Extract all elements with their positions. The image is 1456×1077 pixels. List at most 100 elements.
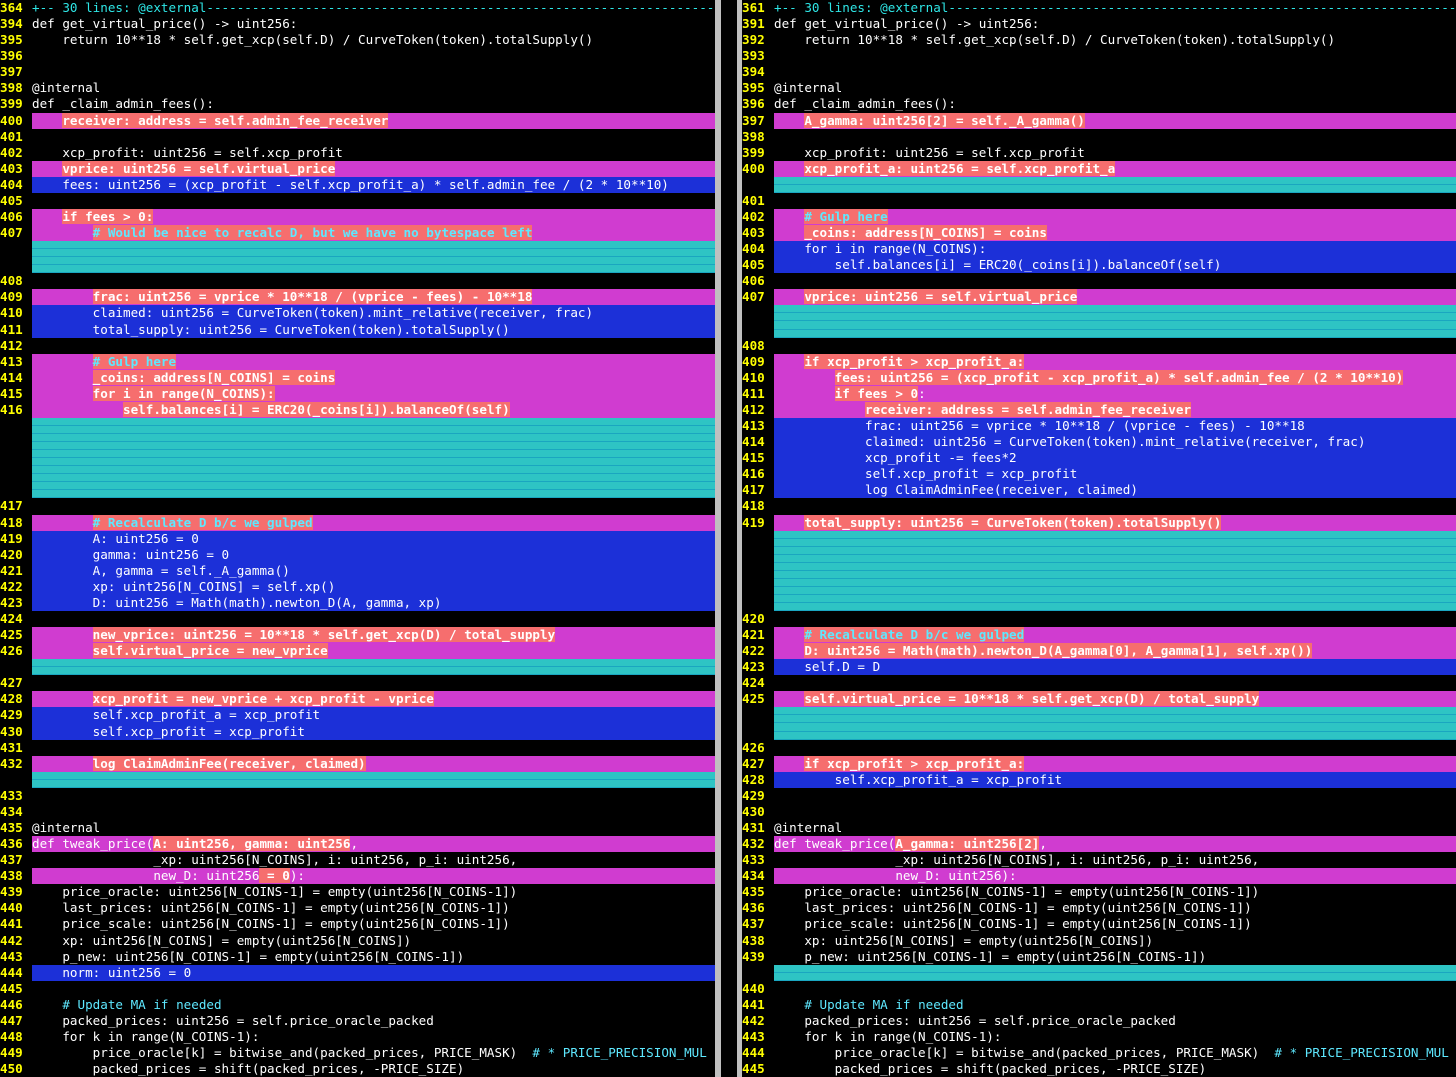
code-line[interactable]: 407 vprice: uint256 = self.virtual_price xyxy=(742,289,1456,306)
code-line[interactable]: 429 self.xcp_profit_a = xcp_profit xyxy=(0,707,715,724)
left-diff-pane[interactable]: 364 +-- 30 lines: @external--------------… xyxy=(0,0,715,1077)
code-line[interactable]: 414 _coins: address[N_COINS] = coins xyxy=(0,369,715,386)
code-line[interactable]: 406 if fees > 0: xyxy=(0,209,715,226)
code-line[interactable]: 418 # Recalculate D b/c we gulped xyxy=(0,514,715,531)
code-line[interactable]: 433 xyxy=(0,788,715,804)
code-line[interactable]: 426 self.virtual_price = new_vprice xyxy=(0,643,715,660)
filler-line[interactable] xyxy=(0,450,715,467)
code-line[interactable]: 430 self.xcp_profit = xcp_profit xyxy=(0,723,715,740)
code-line[interactable]: 396 xyxy=(0,48,715,64)
code-line[interactable]: 430 xyxy=(742,804,1456,820)
code-line[interactable]: 437 price_scale: uint256[N_COINS-1] = em… xyxy=(742,916,1456,932)
code-line[interactable]: 414 claimed: uint256 = CurveToken(token)… xyxy=(742,434,1456,451)
code-line[interactable]: 395 @internal xyxy=(742,80,1456,96)
code-line[interactable]: 426 xyxy=(742,740,1456,756)
code-line[interactable]: 425 self.virtual_price = 10**18 * self.g… xyxy=(742,691,1456,708)
code-line[interactable]: 412 xyxy=(0,338,715,354)
code-line[interactable]: 442 xp: uint256[N_COINS] = empty(uint256… xyxy=(0,933,715,949)
code-line[interactable]: 404 for i in range(N_COINS): xyxy=(742,241,1456,258)
code-line[interactable]: 447 packed_prices: uint256 = self.price_… xyxy=(0,1013,715,1029)
filler-line[interactable] xyxy=(0,257,715,274)
code-line[interactable]: 391 def get_virtual_price() -> uint256: xyxy=(742,16,1456,32)
filler-line[interactable] xyxy=(0,466,715,483)
code-line[interactable]: 423 self.D = D xyxy=(742,659,1456,676)
code-line[interactable]: 421 # Recalculate D b/c we gulped xyxy=(742,627,1456,644)
code-line[interactable]: 406 xyxy=(742,273,1456,289)
code-line[interactable]: 416 self.balances[i] = ERC20(_coins[i]).… xyxy=(0,401,715,419)
code-line[interactable]: 435 price_oracle: uint256[N_COINS-1] = e… xyxy=(742,884,1456,900)
code-line[interactable]: 436 def tweak_price(A: uint256, gamma: ui… xyxy=(0,836,715,853)
code-line[interactable]: 434 new_D: uint256): xyxy=(742,868,1456,885)
code-line[interactable]: 416 self.xcp_profit = xcp_profit xyxy=(742,466,1456,483)
code-line[interactable]: 405 xyxy=(0,193,715,209)
code-line[interactable]: 411 total_supply: uint256 = CurveToken(t… xyxy=(0,321,715,338)
code-line[interactable]: 407 # Would be nice to recalc D, but we … xyxy=(0,225,715,242)
code-line[interactable]: 442 packed_prices: uint256 = self.price_… xyxy=(742,1013,1456,1029)
code-line[interactable]: 421 A, gamma = self._A_gamma() xyxy=(0,562,715,579)
code-line[interactable]: 432 def tweak_price(A_gamma: uint256[2], xyxy=(742,836,1456,853)
filler-line[interactable] xyxy=(742,546,1456,563)
code-line[interactable]: 403 _coins: address[N_COINS] = coins xyxy=(742,225,1456,242)
code-line[interactable]: 434 xyxy=(0,804,715,820)
code-line[interactable]: 445 xyxy=(0,981,715,997)
code-line[interactable]: 420 gamma: uint256 = 0 xyxy=(0,546,715,563)
code-line[interactable]: 413 frac: uint256 = vprice * 10**18 / (v… xyxy=(742,418,1456,435)
code-line[interactable]: 413 # Gulp here xyxy=(0,353,715,370)
code-line[interactable]: 418 xyxy=(742,498,1456,514)
filler-line[interactable] xyxy=(742,562,1456,579)
code-line[interactable]: 403 vprice: uint256 = self.virtual_price xyxy=(0,160,715,177)
code-line[interactable]: 402 # Gulp here xyxy=(742,209,1456,226)
filler-line[interactable] xyxy=(0,771,715,788)
filler-line[interactable] xyxy=(742,707,1456,724)
code-line[interactable]: 448 for k in range(N_COINS-1): xyxy=(0,1029,715,1045)
code-line[interactable]: 438 xp: uint256[N_COINS] = empty(uint256… xyxy=(742,933,1456,949)
filler-line[interactable] xyxy=(742,578,1456,595)
code-line[interactable]: 392 return 10**18 * self.get_xcp(self.D)… xyxy=(742,32,1456,48)
code-line[interactable]: 411 if fees > 0: xyxy=(742,385,1456,402)
code-line[interactable]: 425 new_vprice: uint256 = 10**18 * self.… xyxy=(0,627,715,644)
code-line[interactable]: 410 claimed: uint256 = CurveToken(token)… xyxy=(0,305,715,322)
code-line[interactable]: 429 xyxy=(742,788,1456,804)
code-line[interactable]: 400 receiver: address = self.admin_fee_r… xyxy=(0,112,715,129)
filler-line[interactable] xyxy=(742,321,1456,338)
code-line[interactable]: 424 xyxy=(742,675,1456,691)
code-line[interactable]: 419 total_supply: uint256 = CurveToken(t… xyxy=(742,514,1456,531)
fold-marker[interactable]: 364 +-- 30 lines: @external--------------… xyxy=(0,0,715,16)
code-line[interactable]: 427 xyxy=(0,675,715,691)
code-line[interactable]: 398 xyxy=(742,129,1456,145)
code-line[interactable]: 443 p_new: uint256[N_COINS-1] = empty(ui… xyxy=(0,949,715,965)
code-line[interactable]: 436 last_prices: uint256[N_COINS-1] = em… xyxy=(742,900,1456,916)
code-line[interactable]: 444 norm: uint256 = 0 xyxy=(0,964,715,981)
filler-line[interactable] xyxy=(742,530,1456,547)
code-line[interactable]: 422 xp: uint256[N_COINS] = self.xp() xyxy=(0,578,715,595)
code-line[interactable]: 444 price_oracle[k] = bitwise_and(packed… xyxy=(742,1045,1456,1061)
code-line[interactable]: 396 def _claim_admin_fees(): xyxy=(742,96,1456,112)
code-line[interactable]: 398 @internal xyxy=(0,80,715,96)
pane-divider-left[interactable] xyxy=(715,0,721,1077)
code-line[interactable]: 405 self.balances[i] = ERC20(_coins[i]).… xyxy=(742,257,1456,274)
code-line[interactable]: 395 return 10**18 * self.get_xcp(self.D)… xyxy=(0,32,715,48)
code-line[interactable]: 431 xyxy=(0,740,715,756)
code-line[interactable]: 394 xyxy=(742,64,1456,80)
code-line[interactable]: 402 xcp_profit: uint256 = self.xcp_profi… xyxy=(0,145,715,161)
code-line[interactable]: 445 packed_prices = shift(packed_prices,… xyxy=(742,1061,1456,1077)
code-line[interactable]: 408 xyxy=(0,273,715,289)
code-line[interactable]: 393 xyxy=(742,48,1456,64)
code-line[interactable]: 420 xyxy=(742,611,1456,627)
code-line[interactable]: 410 fees: uint256 = (xcp_profit - xcp_pr… xyxy=(742,369,1456,386)
code-line[interactable]: 400 xcp_profit_a: uint256 = self.xcp_pro… xyxy=(742,160,1456,177)
code-line[interactable]: 431 @internal xyxy=(742,820,1456,836)
code-line[interactable]: 415 for i in range(N_COINS): xyxy=(0,385,715,402)
code-line[interactable]: 419 A: uint256 = 0 xyxy=(0,530,715,547)
filler-line[interactable] xyxy=(0,241,715,258)
code-line[interactable]: 399 def _claim_admin_fees(): xyxy=(0,96,715,112)
code-line[interactable]: 441 # Update MA if needed xyxy=(742,997,1456,1013)
code-line[interactable]: 433 _xp: uint256[N_COINS], i: uint256, p… xyxy=(742,852,1456,868)
code-line[interactable]: 424 xyxy=(0,611,715,627)
code-line[interactable]: 438 new_D: uint256 = 0): xyxy=(0,868,715,885)
code-line[interactable]: 423 D: uint256 = Math(math).newton_D(A, … xyxy=(0,594,715,611)
code-line[interactable]: 440 xyxy=(742,981,1456,997)
right-diff-pane[interactable]: 361 +-- 30 lines: @external--------------… xyxy=(742,0,1456,1077)
filler-line[interactable] xyxy=(0,482,715,499)
code-line[interactable]: 449 price_oracle[k] = bitwise_and(packed… xyxy=(0,1045,715,1061)
